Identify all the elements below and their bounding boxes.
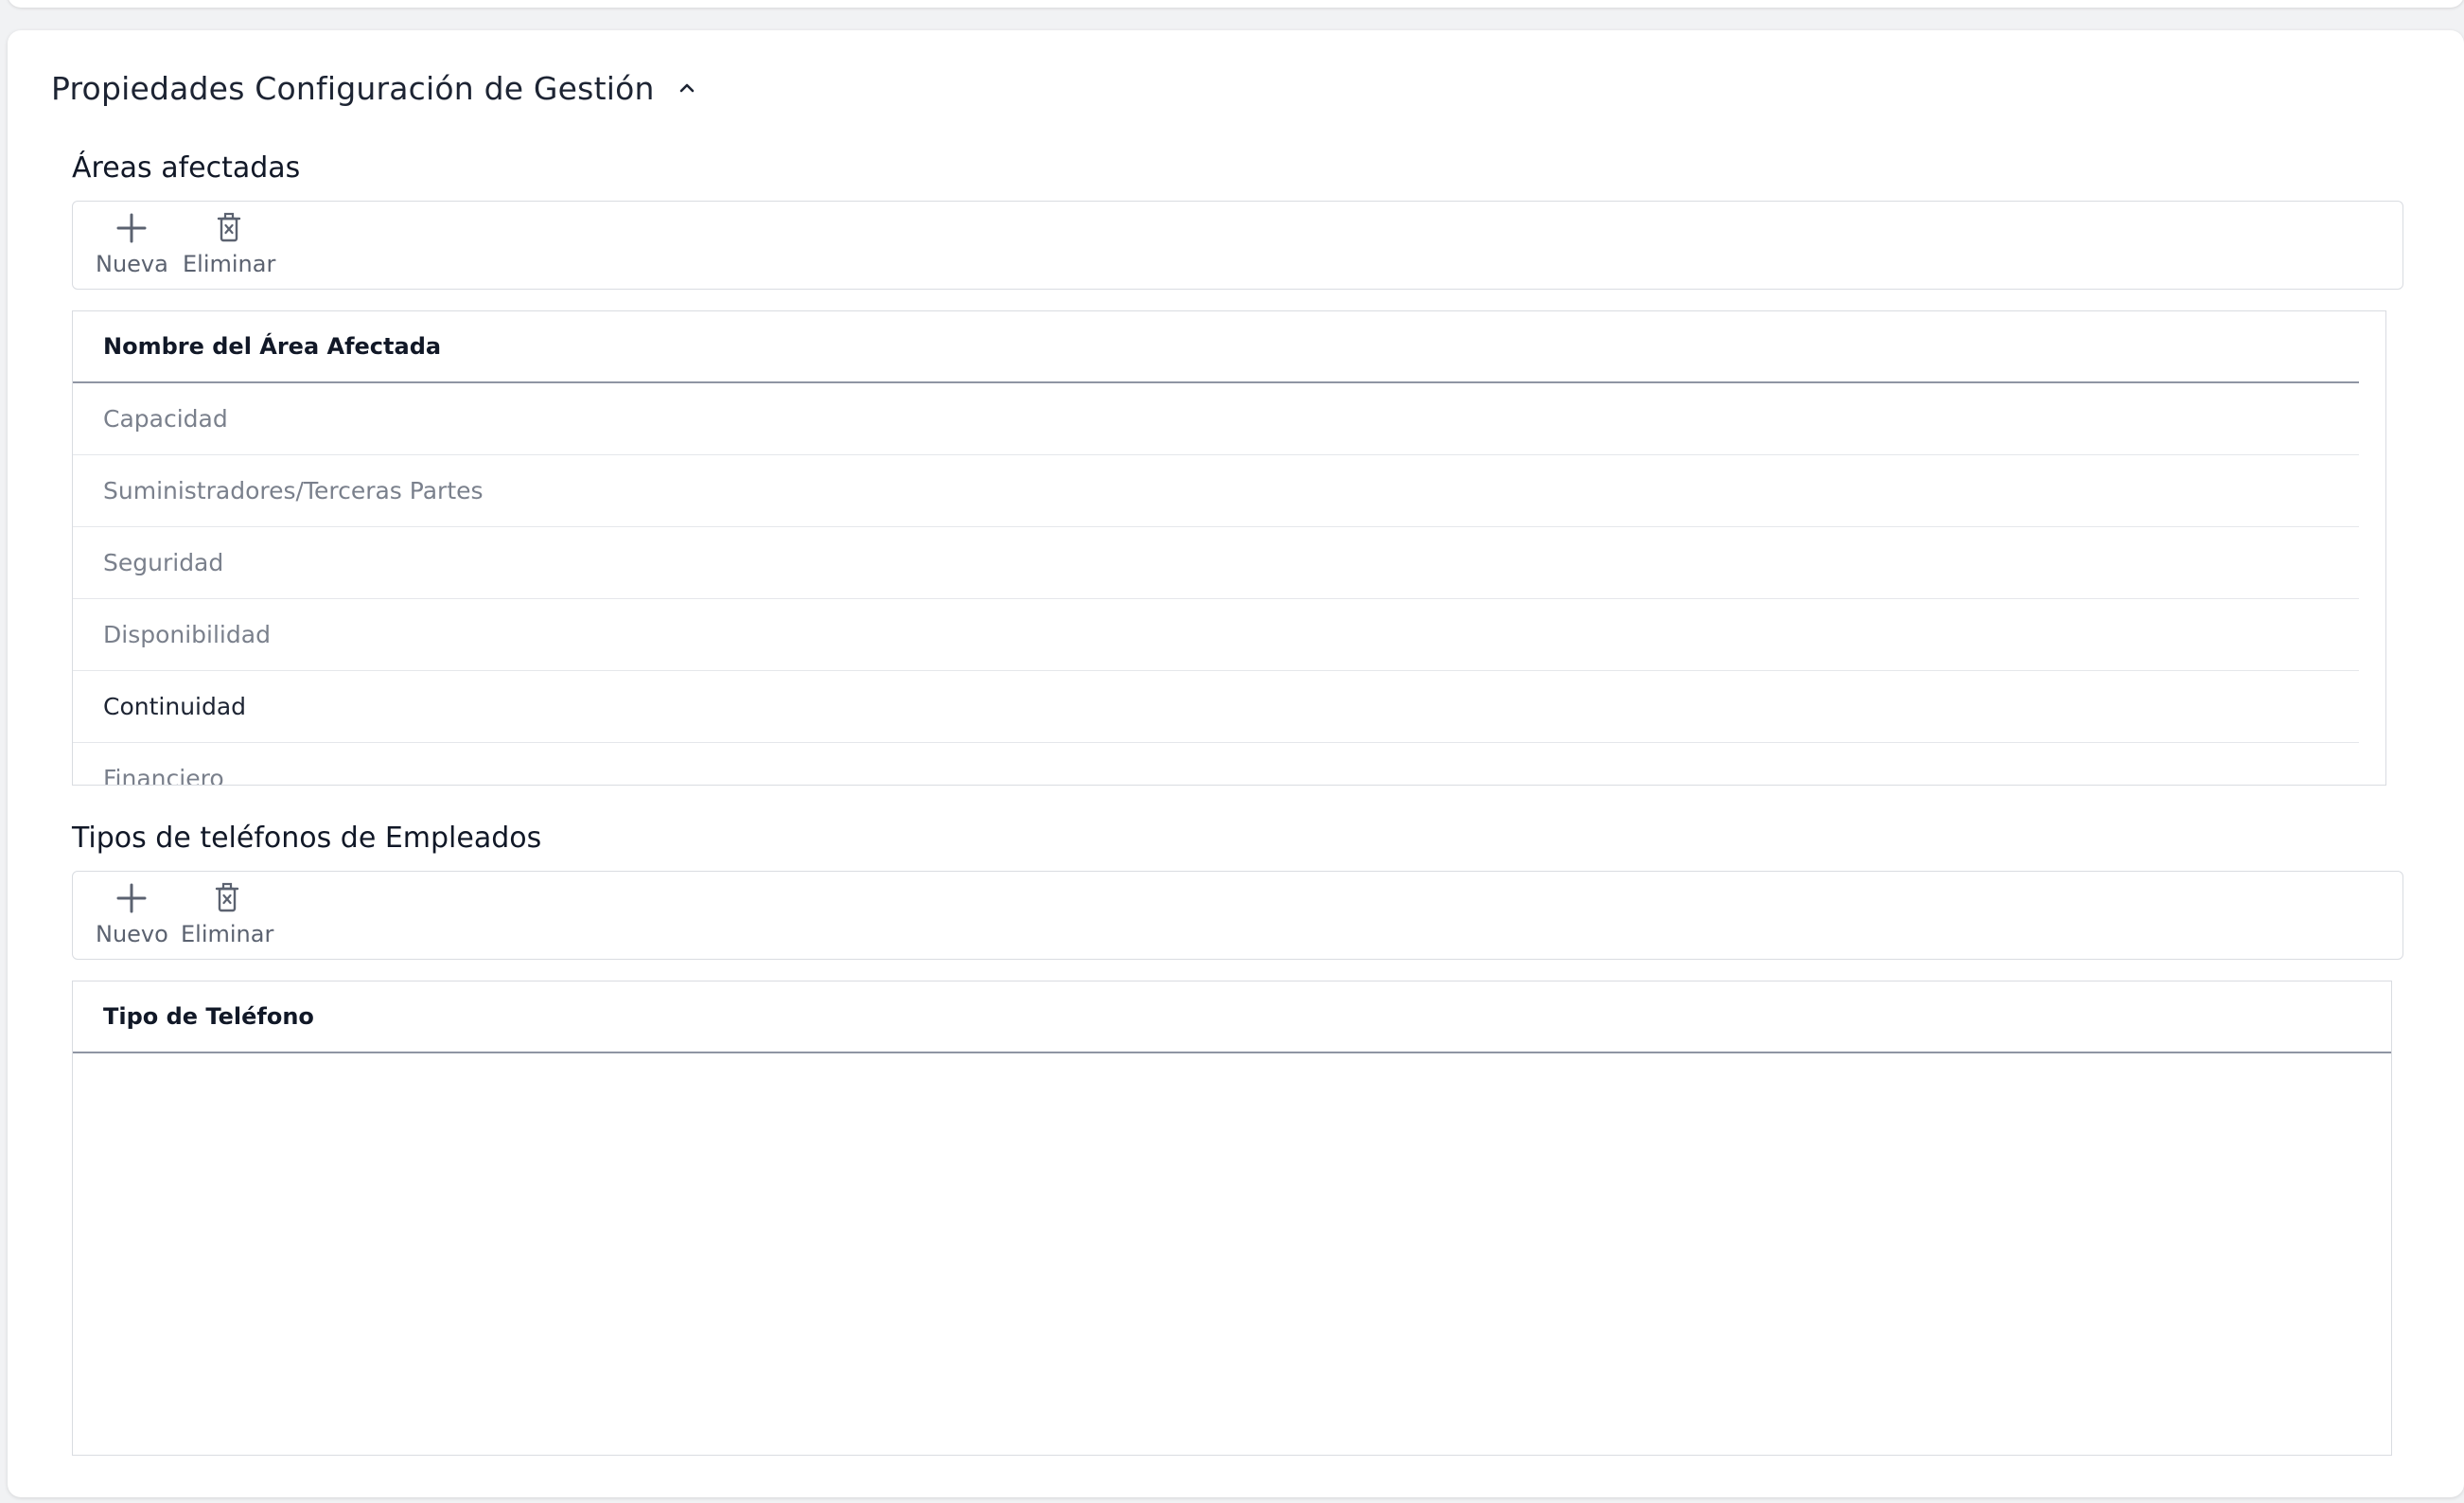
phones-section-title: Tipos de teléfonos de Empleados bbox=[72, 822, 542, 855]
table-row[interactable]: Suministradores/Terceras Partes bbox=[73, 455, 2359, 527]
phones-grid-body[interactable] bbox=[73, 1055, 2391, 1455]
areas-column-header[interactable]: Nombre del Área Afectada bbox=[73, 311, 2359, 383]
table-row[interactable]: Disponibilidad bbox=[73, 599, 2359, 671]
phones-new-label: Nuevo bbox=[96, 921, 168, 947]
table-row[interactable]: Financiero bbox=[73, 743, 2359, 785]
table-row[interactable]: Seguridad bbox=[73, 527, 2359, 599]
phones-delete-button[interactable]: Eliminar bbox=[181, 879, 273, 947]
areas-section-title: Áreas afectadas bbox=[72, 151, 301, 185]
areas-grid: Nombre del Área Afectada Capacidad Sumin… bbox=[72, 310, 2386, 786]
management-config-panel: Propiedades Configuración de Gestión Áre… bbox=[8, 30, 2464, 1497]
plus-icon bbox=[116, 883, 147, 913]
trash-icon bbox=[217, 212, 241, 242]
phones-column-header[interactable]: Tipo de Teléfono bbox=[73, 981, 2391, 1053]
table-row[interactable]: Continuidad bbox=[73, 671, 2359, 743]
table-row[interactable]: Capacidad bbox=[73, 383, 2359, 455]
phones-new-button[interactable]: Nuevo bbox=[96, 879, 168, 947]
areas-new-button[interactable]: Nueva bbox=[96, 209, 168, 277]
phones-toolbar: Nuevo Eliminar bbox=[72, 871, 2403, 960]
phones-grid: Tipo de Teléfono bbox=[72, 981, 2392, 1456]
plus-icon bbox=[116, 213, 147, 243]
trash-icon bbox=[215, 882, 239, 912]
previous-card-edge bbox=[8, 0, 2464, 8]
phones-delete-label: Eliminar bbox=[181, 921, 274, 947]
areas-delete-button[interactable]: Eliminar bbox=[183, 209, 275, 277]
chevron-up-icon[interactable] bbox=[676, 77, 698, 99]
panel-title: Propiedades Configuración de Gestión bbox=[51, 69, 655, 107]
areas-toolbar: Nueva Eliminar bbox=[72, 201, 2403, 290]
areas-delete-label: Eliminar bbox=[183, 251, 276, 277]
areas-new-label: Nueva bbox=[96, 251, 168, 277]
panel-header-toggle[interactable]: Propiedades Configuración de Gestión bbox=[51, 64, 698, 112]
